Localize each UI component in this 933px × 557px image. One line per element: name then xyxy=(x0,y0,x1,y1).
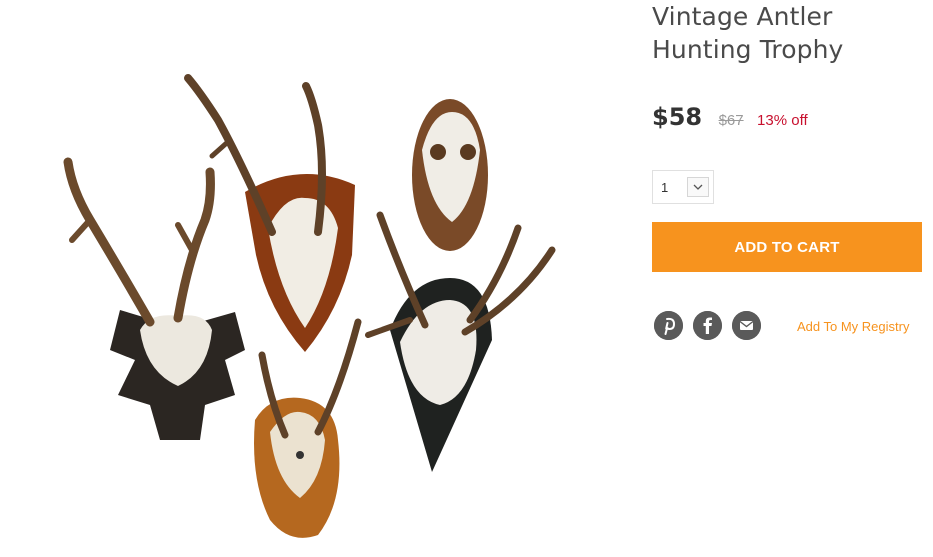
antler-trophies-photo xyxy=(63,74,556,538)
pinterest-icon[interactable] xyxy=(654,311,683,340)
price-row: $58 $67 13% off xyxy=(652,103,808,131)
product-panel: Vintage Antler Hunting Trophy $58 $67 13… xyxy=(652,0,922,340)
sale-price: $58 xyxy=(652,103,703,131)
product-image[interactable] xyxy=(0,0,620,557)
product-title-line2: Hunting Trophy xyxy=(652,35,844,64)
trophy-brown-shield xyxy=(184,74,355,352)
chevron-down-icon[interactable] xyxy=(687,177,709,197)
quantity-select[interactable]: 1 xyxy=(652,170,714,204)
email-icon[interactable] xyxy=(732,311,761,340)
facebook-icon[interactable] xyxy=(693,311,722,340)
product-title-line1: Vintage Antler xyxy=(652,2,833,31)
trophy-wood-slice xyxy=(254,318,362,538)
original-price: $67 xyxy=(718,112,744,129)
trophy-dark-plaque xyxy=(63,157,245,440)
quantity-value: 1 xyxy=(661,180,669,195)
add-to-registry-link[interactable]: Add To My Registry xyxy=(797,319,909,334)
trophy-wood-oval xyxy=(412,99,488,251)
product-title: Vintage Antler Hunting Trophy xyxy=(652,0,922,66)
share-icons xyxy=(654,311,761,340)
add-to-cart-button[interactable]: ADD TO CART xyxy=(652,222,922,272)
trophy-black-triangle xyxy=(365,211,556,472)
discount-label: 13% off xyxy=(757,112,808,129)
